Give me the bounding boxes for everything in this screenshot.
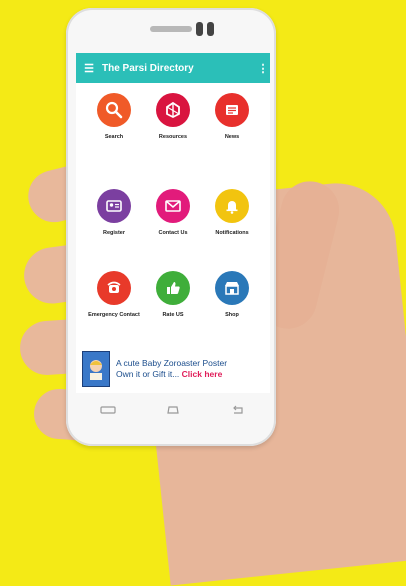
- resources-icon: [156, 93, 190, 127]
- tile-label: Contact Us: [158, 230, 188, 236]
- banner-line1: A cute Baby Zoroaster Poster: [116, 358, 228, 368]
- click-here-link[interactable]: Click here: [182, 369, 223, 379]
- more-vertical-icon[interactable]: ⋮: [256, 62, 270, 75]
- home-icon[interactable]: [164, 405, 182, 415]
- hamburger-menu-icon[interactable]: ☰: [76, 62, 102, 75]
- app-bar: ☰ The Parsi Directory ⋮: [76, 53, 270, 83]
- bell-icon: [215, 189, 249, 223]
- tile-label: Resources: [158, 134, 188, 140]
- tile-register[interactable]: Register: [82, 189, 146, 237]
- tile-label: News: [224, 134, 240, 140]
- proximity-sensor: [207, 22, 214, 36]
- shop-icon: [215, 271, 249, 305]
- tile-notifications[interactable]: Notifications: [200, 189, 264, 237]
- tile-label: Register: [102, 230, 125, 236]
- tile-label: Notifications: [215, 230, 249, 236]
- register-icon: [97, 189, 131, 223]
- tile-contact-us[interactable]: Contact Us: [141, 189, 205, 237]
- tile-rate-us[interactable]: Rate US: [141, 271, 205, 319]
- tile-resources[interactable]: Resources: [141, 93, 205, 141]
- thumbs-up-icon: [156, 271, 190, 305]
- tile-search[interactable]: Search: [82, 93, 146, 141]
- search-icon: [97, 93, 131, 127]
- app-title: The Parsi Directory: [102, 62, 194, 74]
- phone-nav-bar: [76, 398, 270, 422]
- mail-icon: [156, 189, 190, 223]
- tile-label: Search: [104, 134, 124, 140]
- tile-label: Emergency Contact: [88, 312, 140, 318]
- tile-shop[interactable]: Shop: [200, 271, 264, 319]
- poster-thumbnail: [82, 351, 110, 387]
- back-icon[interactable]: [229, 405, 247, 415]
- tile-label: Rate US: [162, 312, 184, 318]
- tile-label: Shop: [225, 312, 239, 318]
- tile-news[interactable]: News: [200, 93, 264, 141]
- promo-banner[interactable]: A cute Baby Zoroaster Poster Own it or G…: [82, 351, 264, 387]
- banner-text: A cute Baby Zoroaster Poster Own it or G…: [116, 358, 227, 380]
- news-icon: [215, 93, 249, 127]
- recent-apps-icon[interactable]: [99, 405, 117, 415]
- banner-line2-text: Own it or Gift it...: [116, 369, 180, 379]
- banner-line2: Own it or Gift it... Click here: [116, 369, 227, 380]
- front-camera: [196, 22, 203, 36]
- app-screen: ☰ The Parsi Directory ⋮ Search Resources…: [76, 53, 270, 393]
- tile-emergency-contact[interactable]: Emergency Contact: [82, 271, 146, 319]
- earpiece-speaker: [150, 26, 192, 32]
- phone-alarm-icon: [97, 271, 131, 305]
